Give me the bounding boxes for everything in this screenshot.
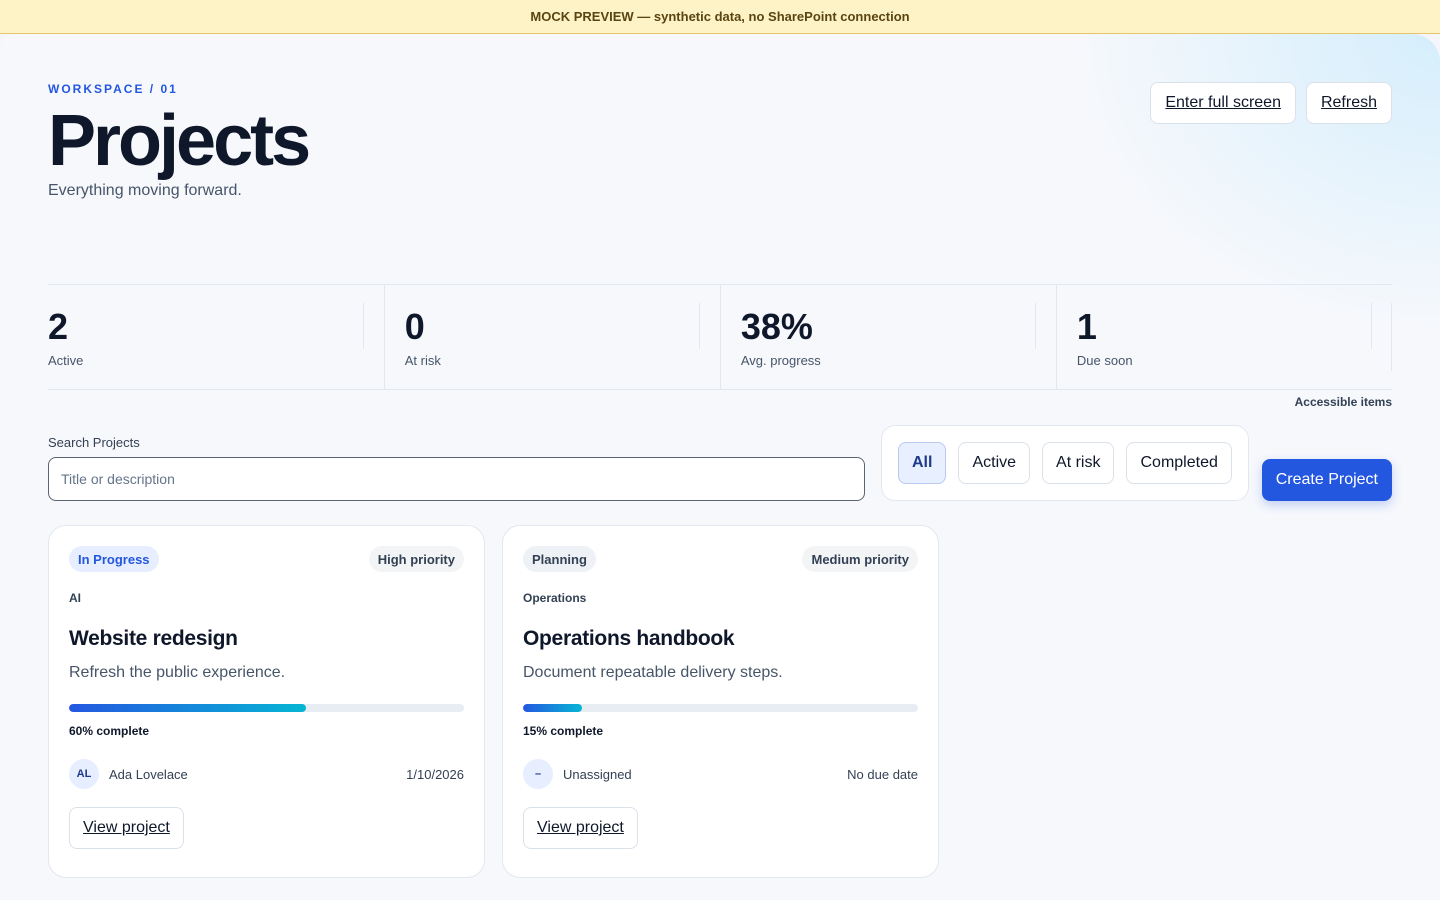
stat-value: 0 <box>404 306 425 347</box>
mock-preview-banner: MOCK PREVIEW — synthetic data, no ShareP… <box>0 0 1440 34</box>
project-cards: In Progress High priority AI Website red… <box>48 525 939 878</box>
avatar: AL <box>69 759 99 789</box>
progress-fill <box>523 704 583 712</box>
stat-value: 2 <box>48 306 69 347</box>
owner-name: Ada Lovelace <box>109 766 188 782</box>
page-title: Projects <box>48 101 311 181</box>
status-badge: In Progress <box>69 546 159 572</box>
project-category: AI <box>69 591 81 605</box>
filter-completed-button[interactable]: Completed <box>1126 442 1232 484</box>
page-subtitle: Everything moving forward. <box>48 182 242 199</box>
stat-avg-progress: 38% Avg. progress <box>719 285 1056 389</box>
status-filter-group: All Active At risk Completed <box>881 425 1249 501</box>
project-title: Operations handbook <box>523 627 735 650</box>
stat-label: Active <box>48 353 84 368</box>
search-input[interactable] <box>48 457 865 501</box>
unassigned-avatar: – <box>523 759 553 789</box>
refresh-button[interactable]: Refresh <box>1305 82 1392 124</box>
stat-label: Due soon <box>1076 353 1133 368</box>
project-card: In Progress High priority AI Website red… <box>48 525 485 878</box>
owner: AL Ada Lovelace <box>69 759 188 789</box>
stat-active: 2 Active <box>48 285 384 389</box>
stat-due-soon: 1 Due soon <box>1055 285 1392 389</box>
progress-text: 60% complete <box>69 724 150 738</box>
stat-value: 38% <box>740 306 813 347</box>
progress-bar <box>523 704 918 712</box>
stat-at-risk: 0 At risk <box>383 285 720 389</box>
project-title: Website redesign <box>69 627 238 650</box>
project-description: Refresh the public experience. <box>69 664 286 681</box>
owner: – Unassigned <box>523 759 632 789</box>
stats-bar: 2 Active 0 At risk 38% Avg. progress 1 D… <box>48 284 1392 390</box>
priority-badge: Medium priority <box>802 546 918 572</box>
header-actions: Enter full screen Refresh <box>1150 82 1392 124</box>
view-project-button[interactable]: View project <box>69 807 184 849</box>
banner-text: MOCK PREVIEW — synthetic data, no ShareP… <box>530 9 910 24</box>
progress-bar <box>69 704 464 712</box>
project-category: Operations <box>523 591 587 605</box>
owner-name: Unassigned <box>563 766 632 782</box>
accessible-items-label: Accessible items <box>1294 395 1392 409</box>
filter-at-risk-button[interactable]: At risk <box>1042 442 1115 484</box>
create-project-button[interactable]: Create Project <box>1261 459 1392 501</box>
due-date: 1/10/2026 <box>406 766 464 782</box>
project-card: Planning Medium priority Operations Oper… <box>502 525 939 878</box>
stat-label: At risk <box>404 353 441 368</box>
filter-all-button[interactable]: All <box>898 442 947 484</box>
search-label: Search Projects <box>48 435 140 450</box>
card-meta: AL Ada Lovelace 1/10/2026 <box>69 759 464 789</box>
due-date: No due date <box>847 766 918 782</box>
stat-label: Avg. progress <box>740 353 821 368</box>
card-badges: Planning Medium priority <box>523 546 918 572</box>
filter-active-button[interactable]: Active <box>958 442 1031 484</box>
page-header: WORKSPACE / 01 Projects Everything movin… <box>48 82 311 200</box>
breadcrumb: WORKSPACE / 01 <box>48 82 178 96</box>
progress-text: 15% complete <box>523 724 604 738</box>
stat-value: 1 <box>1076 306 1097 347</box>
enter-full-screen-button[interactable]: Enter full screen <box>1150 82 1296 124</box>
stats-divider <box>1391 303 1392 371</box>
project-description: Document repeatable delivery steps. <box>523 664 783 681</box>
card-meta: – Unassigned No due date <box>523 759 918 789</box>
projects-page: WORKSPACE / 01 Projects Everything movin… <box>0 34 1440 900</box>
progress-fill <box>69 704 306 712</box>
status-badge: Planning <box>523 546 596 572</box>
view-project-button[interactable]: View project <box>523 807 638 849</box>
card-badges: In Progress High priority <box>69 546 464 572</box>
priority-badge: High priority <box>368 546 464 572</box>
